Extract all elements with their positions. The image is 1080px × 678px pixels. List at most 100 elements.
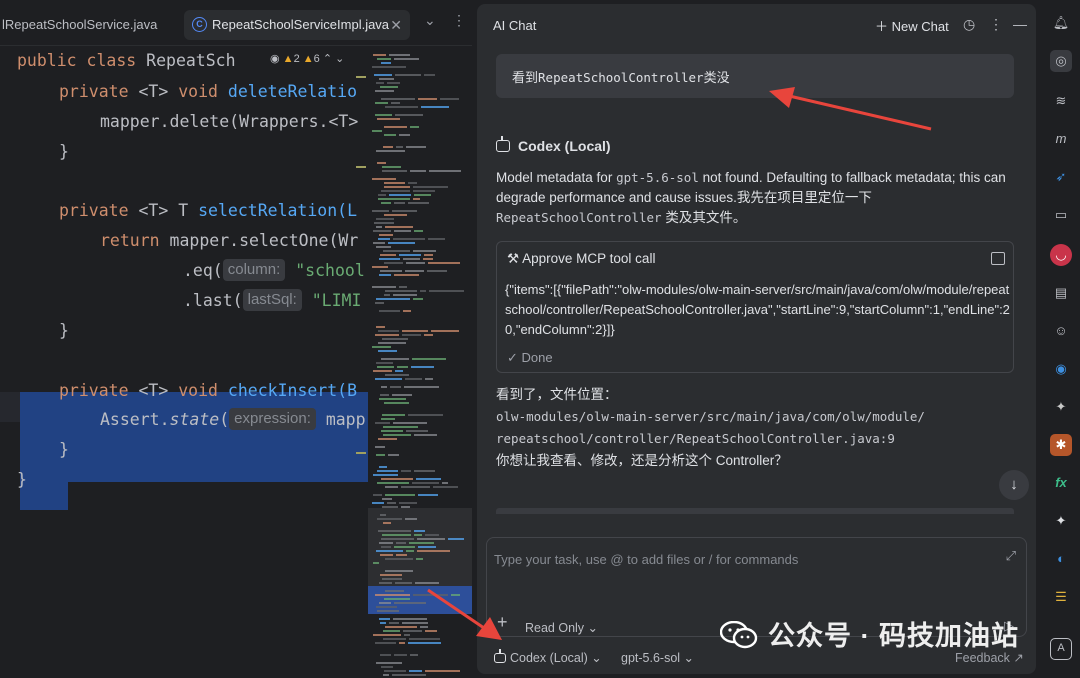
database-icon[interactable]: ≋ [1050,90,1072,112]
tab-label: RepeatSchoolServiceImpl.java [212,17,390,32]
minimap-line [431,330,459,332]
fx-icon[interactable]: fx [1050,472,1072,494]
minimap-line [389,622,399,624]
java-class-icon: C [192,17,207,32]
right-tool-window-bar: 🔔︎ ◎ ≋ m ➶ ▭ ◡ ▤ ☺ ◉ ✦ ✱ fx ✦ ◐ ☰ A [1042,0,1080,678]
minimap-line [390,386,401,388]
minimap-line [372,210,389,212]
minimap-line [406,550,414,552]
tab-overflow-icon[interactable]: ⌄ [424,12,436,29]
chevron-down-icon[interactable]: ⌄ [335,53,344,65]
agent-selector[interactable]: Codex (Local) ⌄ [494,649,602,665]
tab-repeat-school-service-impl[interactable]: C RepeatSchoolServiceImpl.java ✕ [184,10,410,40]
minimize-icon[interactable]: — [1013,16,1027,32]
minimap-line [408,202,429,204]
bot-icon[interactable]: ☺ [1050,320,1072,342]
minimap-line [409,542,434,544]
minimap-line [396,542,406,544]
globe-icon[interactable]: ◉ [1050,358,1072,380]
minimap-line [384,214,407,216]
minimap-line [394,230,411,232]
tab-menu-icon[interactable]: ⋮ [452,12,466,29]
minimap-line [387,502,396,504]
document-icon[interactable]: ▤ [1050,282,1072,304]
code-editor: lRepeatSchoolService.java C RepeatSchool… [0,0,472,678]
minimap-line [377,610,399,612]
minimap-line [429,290,464,292]
minimap-line [384,598,410,600]
minimap-line [378,342,406,344]
font-icon[interactable]: A [1050,638,1072,660]
minimap-line [413,250,436,252]
minimap-line [395,370,403,372]
puzzle-icon[interactable]: ✱ [1050,434,1072,456]
code-line: } [59,321,69,340]
minimap-line [408,182,417,184]
model-selector[interactable]: gpt-5.6-sol ⌄ [621,650,694,665]
minimap-line [440,98,459,100]
minimap-line [401,506,410,508]
minimap-line [372,502,384,504]
minimap-line [393,238,425,240]
minimap-line [378,198,410,200]
minimap-line [376,150,405,152]
more-options-icon[interactable]: ⋮ [989,16,1003,33]
minimap-line [381,386,387,388]
minimap-line [389,194,411,196]
minimap-line [412,482,439,484]
feather-icon[interactable]: ➶ [1050,166,1072,188]
agent-reply: 看到了，文件位置： olw-modules/olw-main-server/sr… [496,387,925,468]
folder-search-icon[interactable]: ▭ [1050,204,1072,226]
sparkle-icon[interactable]: ✦ [1050,510,1072,532]
minimap-line [380,554,393,556]
history-icon[interactable]: ◷ [963,16,975,33]
minimap-line [385,290,417,292]
inspection-widget[interactable]: ◉ ▲2 ▲6 ⌃ ⌄ [270,52,344,65]
minimap-line [418,546,436,548]
minimap-line [416,478,441,480]
minimap-line [374,74,392,76]
code-line: private <T> void deleteRelatio [59,82,358,101]
minimap-line [385,494,415,496]
minimap-line [377,518,402,520]
expand-input-icon[interactable]: ⤢ [1006,548,1016,564]
maven-icon[interactable]: m [1050,128,1072,150]
minimap-line [381,190,410,192]
minimap-line [378,330,399,332]
minimap-line [374,222,394,224]
close-tab-icon[interactable]: ✕ [390,10,402,40]
minimap-line [385,226,413,228]
mode-selector[interactable]: Read Only ⌄ [525,620,598,635]
minimap-line [384,402,409,404]
planet-icon[interactable]: ◐ [1050,548,1072,570]
minimap[interactable] [368,46,472,678]
plugin-red-icon[interactable]: ◡ [1050,244,1072,266]
minimap-line [381,546,391,548]
new-chat-button[interactable]: ＋ New Chat [875,16,949,35]
wechat-logo-icon [719,620,758,649]
code-area[interactable]: public class RepeatSch private <T> void … [0,46,368,678]
minimap-line [375,102,388,104]
notifications-icon[interactable]: 🔔︎ [1050,12,1072,34]
minimap-line [394,654,407,656]
minimap-line [416,558,423,560]
mcp-tool-call-card: ⚒ Approve MCP tool call {"items":[{"file… [496,241,1014,373]
chat-header: AI Chat ＋ New Chat ◷ ⋮ — [477,4,1036,48]
scroll-to-bottom-button[interactable]: ↓ [999,470,1029,500]
tab-repeat-school-service[interactable]: lRepeatSchoolService.java [2,10,157,40]
translate-icon[interactable]: ☰ [1050,586,1072,608]
minimap-line [414,434,437,436]
minimap-line [383,638,406,640]
annotation-arrow [769,87,932,131]
chevron-up-icon[interactable]: ⌃ [323,53,332,65]
ai-chat-icon[interactable]: ◎ [1050,50,1072,72]
ai-chat-panel: AI Chat ＋ New Chat ◷ ⋮ — 看到RepeatSchoolC… [477,4,1036,674]
expand-icon[interactable] [991,252,1005,265]
minimap-line [410,126,419,128]
minimap-line [385,486,398,488]
minimap-line [382,338,408,340]
minimap-line [376,550,403,552]
bird-icon[interactable]: ✦ [1050,396,1072,418]
minimap-line [412,358,446,360]
minimap-line [414,470,435,472]
